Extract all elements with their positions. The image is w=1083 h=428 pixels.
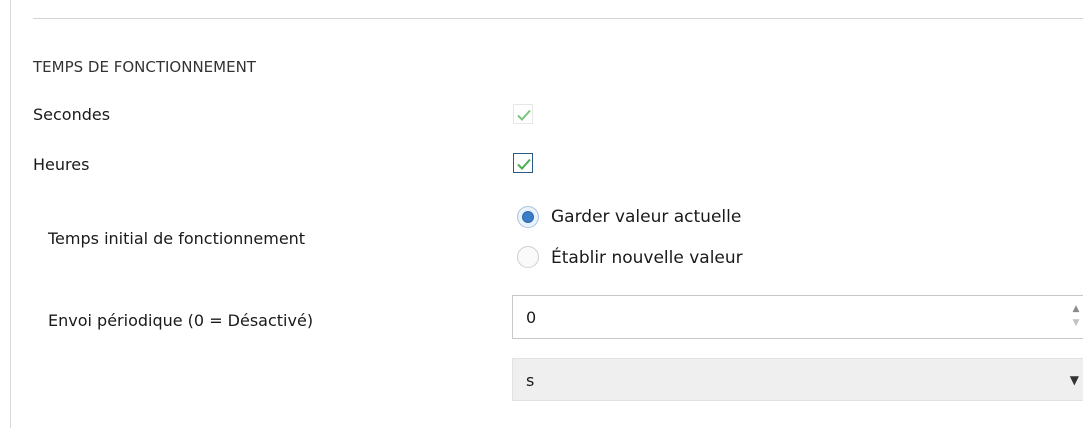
periodic-unit-value: s (526, 371, 535, 390)
spin-up-arrow-icon[interactable]: ▲ (1071, 304, 1081, 314)
check-icon (517, 158, 531, 170)
hours-checkbox[interactable] (513, 153, 533, 173)
hours-label: Heures (33, 155, 90, 174)
radio-keep-current-value[interactable] (517, 206, 539, 228)
radio-set-new-value[interactable] (517, 246, 539, 268)
periodic-send-value[interactable]: 0 (526, 308, 536, 328)
radio-keep-current-value-label[interactable]: Garder valeur actuelle (551, 207, 741, 227)
seconds-checkbox[interactable] (513, 104, 533, 124)
section-title: TEMPS DE FONCTIONNEMENT (33, 58, 256, 76)
panel-left-border (10, 0, 11, 428)
check-icon (517, 109, 531, 121)
initial-time-label: Temps initial de fonctionnement (48, 229, 306, 248)
periodic-send-label: Envoi périodique (0 = Désactivé) (48, 311, 314, 330)
seconds-label: Secondes (33, 105, 111, 124)
radio-selected-dot (522, 211, 534, 223)
radio-set-new-value-label[interactable]: Établir nouvelle valeur (551, 248, 743, 268)
parameter-panel: TEMPS DE FONCTIONNEMENT Secondes Heures … (0, 0, 1083, 428)
periodic-send-spinbox[interactable]: 0 ▲ ▼ (512, 295, 1083, 339)
spin-down-arrow-icon[interactable]: ▼ (1071, 318, 1081, 328)
dropdown-arrow-icon[interactable]: ▼ (1070, 372, 1079, 388)
section-divider (33, 18, 1083, 19)
periodic-unit-select[interactable]: s ▼ (512, 358, 1083, 401)
